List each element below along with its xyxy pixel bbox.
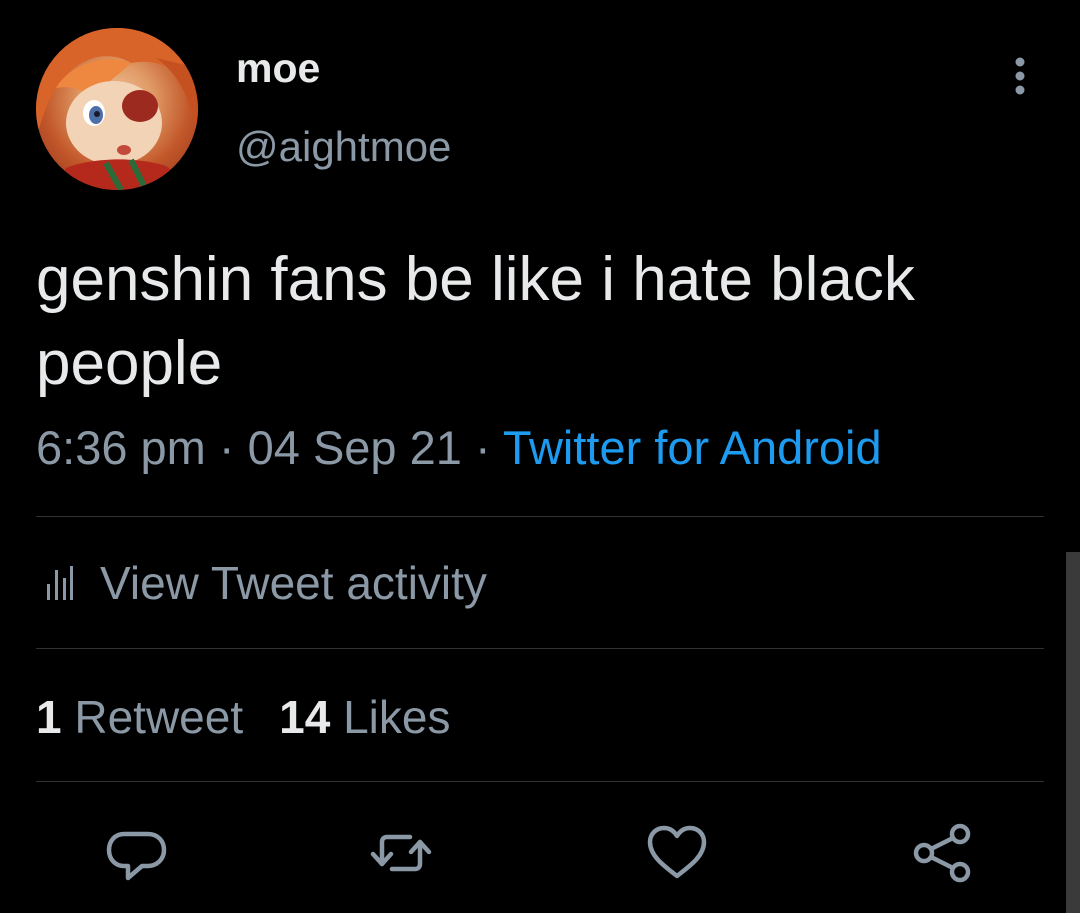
user-handle[interactable]: @aightmoe bbox=[236, 126, 451, 168]
tweet-date: 04 Sep 21 bbox=[247, 421, 462, 474]
share-icon bbox=[913, 823, 971, 883]
meta-separator: · bbox=[218, 421, 235, 474]
tweet-meta: 6:36 pm · 04 Sep 21 · Twitter for Androi… bbox=[36, 420, 882, 476]
tweet-source-link[interactable]: Twitter for Android bbox=[503, 421, 882, 474]
divider bbox=[36, 781, 1044, 782]
heart-icon bbox=[647, 825, 707, 879]
retweet-button[interactable] bbox=[368, 820, 434, 886]
display-name[interactable]: moe bbox=[236, 48, 320, 89]
view-tweet-activity-label: View Tweet activity bbox=[100, 557, 487, 609]
retweet-count: 1 bbox=[36, 691, 62, 743]
view-tweet-activity-button[interactable]: View Tweet activity bbox=[46, 556, 487, 610]
scrollbar[interactable] bbox=[1066, 552, 1080, 913]
more-vertical-icon bbox=[1015, 57, 1025, 95]
like-label: Likes bbox=[343, 691, 451, 743]
like-button[interactable] bbox=[644, 820, 710, 886]
meta-separator: · bbox=[474, 421, 491, 474]
anime-profile-avatar-icon bbox=[36, 28, 198, 190]
like-count: 14 bbox=[279, 691, 331, 743]
reply-icon bbox=[106, 831, 167, 881]
share-button[interactable] bbox=[910, 820, 976, 886]
bar-chart-icon bbox=[47, 566, 73, 600]
tweet-time: 6:36 pm bbox=[36, 421, 206, 474]
tweet-stats: 1 Retweet 14 Likes bbox=[36, 690, 450, 744]
tweet-action-bar bbox=[0, 820, 1080, 890]
tweet-text: genshin fans be like i hate black people bbox=[36, 245, 915, 398]
likes-stat[interactable]: 14 Likes bbox=[279, 691, 450, 743]
retweets-stat[interactable]: 1 Retweet bbox=[36, 691, 243, 743]
retweet-label: Retweet bbox=[74, 691, 244, 743]
retweet-icon bbox=[370, 834, 432, 872]
reply-button[interactable] bbox=[104, 820, 170, 886]
avatar[interactable] bbox=[36, 28, 198, 190]
more-options-button[interactable] bbox=[1006, 56, 1034, 98]
divider bbox=[36, 648, 1044, 649]
divider bbox=[36, 516, 1044, 517]
